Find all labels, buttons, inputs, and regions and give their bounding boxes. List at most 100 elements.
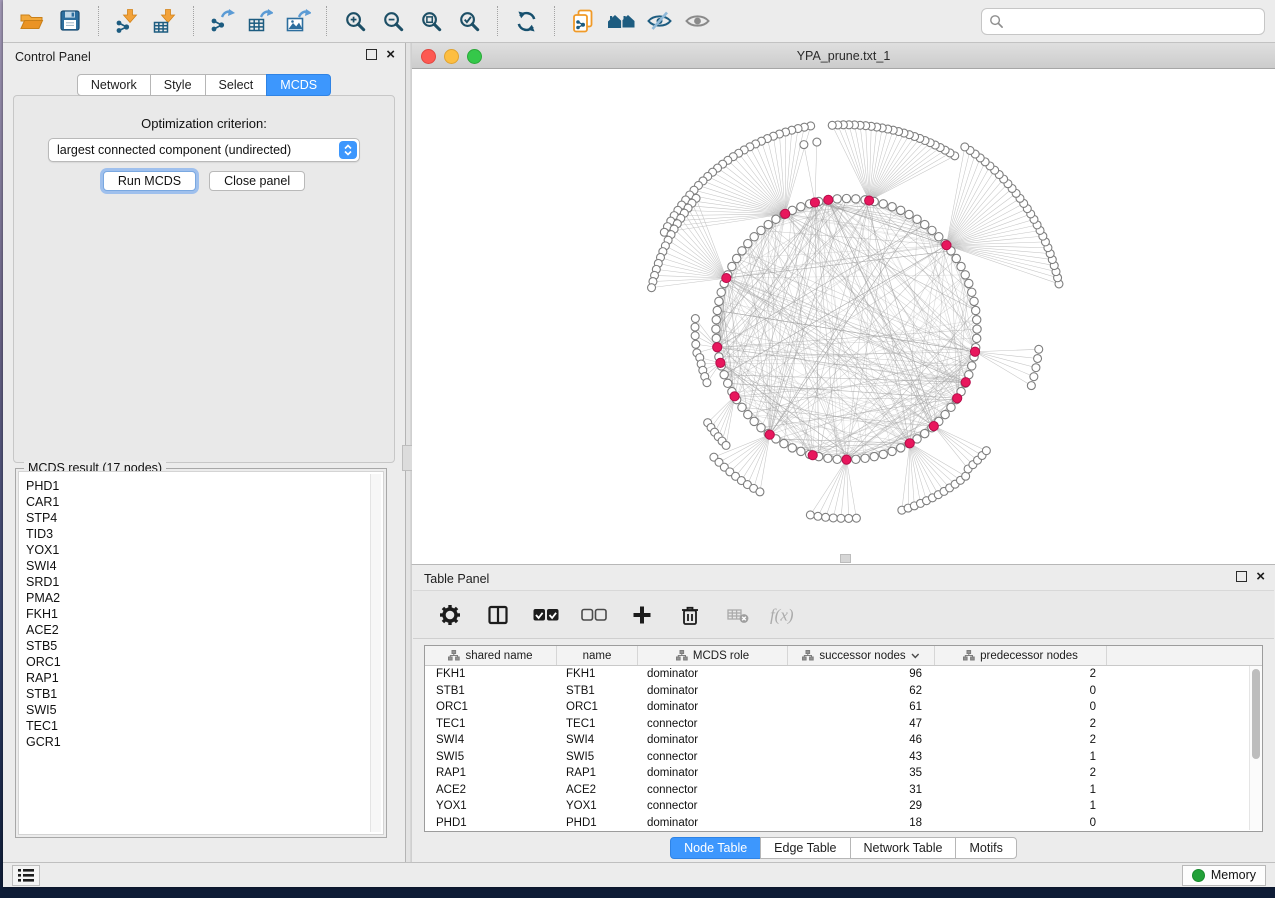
table-row[interactable]: FKH1FKH1dominator962 <box>425 666 1262 683</box>
table-row[interactable]: TEC1TEC1connector472 <box>425 716 1262 733</box>
tab-motifs[interactable]: Motifs <box>955 837 1016 859</box>
column-header-mcds-role[interactable]: MCDS role <box>638 646 788 665</box>
mcds-result-item[interactable]: PMA2 <box>26 590 383 606</box>
tab-edge-table[interactable]: Edge Table <box>760 837 850 859</box>
scrollbar-thumb[interactable] <box>1252 669 1260 759</box>
checked-boxes-icon <box>533 608 559 622</box>
close-panel-icon[interactable]: × <box>386 49 395 60</box>
mcds-result-item[interactable]: FKH1 <box>26 606 383 622</box>
float-panel-icon[interactable] <box>1236 571 1247 582</box>
export-network-button[interactable] <box>203 4 241 38</box>
table-row[interactable]: ACE2ACE2connector311 <box>425 782 1262 799</box>
mcds-result-item[interactable]: TEC1 <box>26 718 383 734</box>
table-scrollbar[interactable] <box>1249 666 1262 830</box>
cell-successor-nodes: 62 <box>788 685 935 697</box>
refresh-button[interactable] <box>507 4 545 38</box>
cell-mcds-role: dominator <box>638 767 788 779</box>
cell-predecessor-nodes: 0 <box>935 701 1107 713</box>
mcds-result-item[interactable]: ACE2 <box>26 622 383 638</box>
zoom-fit-button[interactable] <box>412 4 450 38</box>
network-window: YPA_prune.txt_1 <box>411 43 1275 564</box>
run-mcds-button[interactable]: Run MCDS <box>103 171 196 191</box>
export-image-button[interactable] <box>279 4 317 38</box>
table-row[interactable]: YOX1YOX1connector291 <box>425 798 1262 815</box>
cell-name: TEC1 <box>557 718 638 730</box>
tab-network[interactable]: Network <box>77 74 151 96</box>
mcds-result-item[interactable]: YOX1 <box>26 542 383 558</box>
network-titlebar[interactable]: YPA_prune.txt_1 <box>412 43 1275 69</box>
zoom-selected-button[interactable] <box>450 4 488 38</box>
cell-mcds-role: connector <box>638 718 788 730</box>
tab-style[interactable]: Style <box>150 74 206 96</box>
tab-mcds[interactable]: MCDS <box>266 74 331 96</box>
mcds-result-item[interactable]: GCR1 <box>26 734 383 750</box>
delete-table-button-disabled[interactable] <box>721 598 755 632</box>
table-settings-button[interactable] <box>433 598 467 632</box>
mcds-result-item[interactable]: SWI5 <box>26 702 383 718</box>
mcds-result-item[interactable]: SWI4 <box>26 558 383 574</box>
show-all-button[interactable] <box>678 4 716 38</box>
mcds-result-item[interactable]: PHD1 <box>26 478 383 494</box>
cell-mcds-role: connector <box>638 784 788 796</box>
table-row[interactable]: SWI5SWI5connector431 <box>425 749 1262 766</box>
mcds-result-item[interactable]: STP4 <box>26 510 383 526</box>
column-header-shared-name[interactable]: shared name <box>425 646 557 665</box>
table-row[interactable]: ORC1ORC1dominator610 <box>425 699 1262 716</box>
float-panel-icon[interactable] <box>366 49 377 60</box>
zoom-out-button[interactable] <box>374 4 412 38</box>
column-label: shared name <box>465 650 532 662</box>
select-all-button[interactable] <box>529 598 563 632</box>
neighbors-button[interactable] <box>602 4 640 38</box>
selected-criterion-value: largest connected component (undirected) <box>49 143 339 157</box>
main-toolbar <box>3 0 1275 43</box>
hide-selected-button[interactable] <box>640 4 678 38</box>
horizontal-splitter-grip[interactable] <box>840 554 851 563</box>
tab-select[interactable]: Select <box>205 74 268 96</box>
save-session-button[interactable] <box>51 4 89 38</box>
close-panel-icon[interactable]: × <box>1256 571 1265 582</box>
import-network-button[interactable] <box>108 4 146 38</box>
mcds-result-item[interactable]: TID3 <box>26 526 383 542</box>
mcds-result-item[interactable]: CAR1 <box>26 494 383 510</box>
tab-network-table[interactable]: Network Table <box>850 837 957 859</box>
clone-network-button[interactable] <box>564 4 602 38</box>
toggle-columns-button[interactable] <box>481 598 515 632</box>
column-header-successor-nodes[interactable]: successor nodes <box>788 646 935 665</box>
table-row[interactable]: RAP1RAP1dominator352 <box>425 765 1262 782</box>
network-canvas[interactable] <box>412 69 1275 564</box>
memory-button[interactable]: Memory <box>1182 865 1266 886</box>
list-icon <box>17 868 35 883</box>
search-input[interactable] <box>1009 13 1257 29</box>
export-table-button[interactable] <box>241 4 279 38</box>
zoom-in-button[interactable] <box>336 4 374 38</box>
folder-open-icon <box>19 8 45 34</box>
tab-node-table[interactable]: Node Table <box>670 837 761 859</box>
cell-predecessor-nodes: 1 <box>935 800 1107 812</box>
column-header-predecessor-nodes[interactable]: predecessor nodes <box>935 646 1107 665</box>
add-column-button[interactable] <box>625 598 659 632</box>
cell-successor-nodes: 46 <box>788 734 935 746</box>
task-history-button[interactable] <box>12 865 40 886</box>
mcds-result-item[interactable]: ORC1 <box>26 654 383 670</box>
optimization-criterion-select[interactable]: largest connected component (undirected) <box>48 138 360 162</box>
import-table-button[interactable] <box>146 4 184 38</box>
function-builder-button-disabled[interactable]: f(x) <box>769 598 803 632</box>
mcds-result-item[interactable]: STB5 <box>26 638 383 654</box>
network-graph[interactable] <box>412 69 1275 563</box>
split-columns-icon <box>487 604 509 626</box>
column-header-name[interactable]: name <box>557 646 638 665</box>
list-scrollbar[interactable] <box>370 474 381 832</box>
table-row[interactable]: SWI4SWI4dominator462 <box>425 732 1262 749</box>
open-session-button[interactable] <box>13 4 51 38</box>
cell-shared-name: TEC1 <box>425 718 557 730</box>
cell-name: SWI5 <box>557 751 638 763</box>
mcds-result-item[interactable]: RAP1 <box>26 670 383 686</box>
mcds-result-item[interactable]: STB1 <box>26 686 383 702</box>
table-row[interactable]: PHD1PHD1dominator180 <box>425 815 1262 832</box>
table-row[interactable]: STB1STB1dominator620 <box>425 683 1262 700</box>
mcds-result-item[interactable]: SRD1 <box>26 574 383 590</box>
deselect-all-button[interactable] <box>577 598 611 632</box>
close-panel-button[interactable]: Close panel <box>209 171 305 191</box>
delete-column-button[interactable] <box>673 598 707 632</box>
table-panel-title: Table Panel <box>424 572 489 586</box>
